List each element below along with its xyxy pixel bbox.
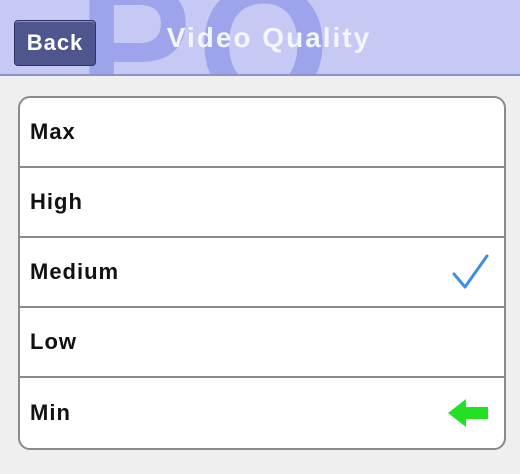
checkmark-icon [450, 252, 490, 292]
option-high[interactable]: High [20, 168, 504, 238]
option-low[interactable]: Low [20, 308, 504, 378]
green-arrow-left-icon [446, 396, 490, 430]
option-min[interactable]: Min [20, 378, 504, 448]
quality-options-list: Max High Medium Low Min [18, 96, 506, 450]
option-label: Min [30, 400, 71, 425]
option-label: Low [30, 329, 77, 354]
option-label: High [30, 189, 83, 214]
option-label: Max [30, 119, 76, 144]
option-label: Medium [30, 259, 120, 284]
navigation-bar: PO Back Video Quality [0, 0, 520, 76]
option-max[interactable]: Max [20, 98, 504, 168]
page-title: Video Quality [166, 22, 372, 53]
option-medium[interactable]: Medium [20, 238, 504, 308]
